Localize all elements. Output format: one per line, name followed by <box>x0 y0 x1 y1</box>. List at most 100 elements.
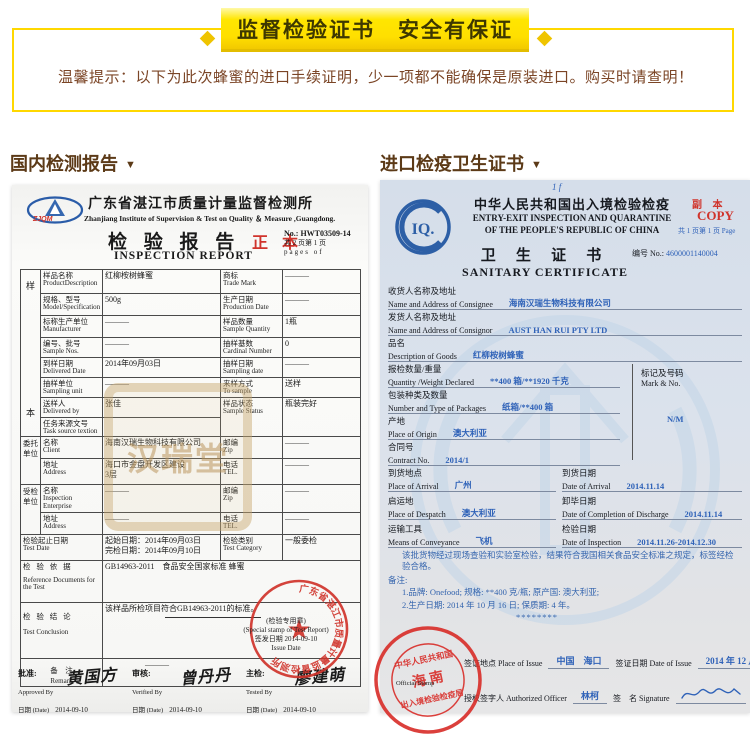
label-en: TEL. <box>223 523 280 531</box>
remark-line: 1.品牌: Onefood; 规格: **400 克/瓶; 原产国: 澳大利亚; <box>402 586 734 598</box>
field-label-en: Date of Inspection <box>562 538 621 547</box>
value-cell: 0 <box>283 338 361 358</box>
table-row: 受检单位 名称Inspection Enterprise ——— 邮编Zip —… <box>21 485 361 512</box>
cell-value: GB14963-2011 食品安全国家标准 蜂蜜 <box>105 562 358 572</box>
field-label-en: Means of Conveyance <box>388 538 460 547</box>
cell-value: ——— <box>105 379 218 389</box>
cell-value: ——— <box>285 460 358 470</box>
section-title-domestic-report[interactable]: 国内检测报告 ▼ <box>10 150 136 176</box>
field-packages: 包装种类及数量 Number and Type of Packages纸箱/**… <box>388 390 620 414</box>
signer-role-cn: 批准: <box>18 669 37 678</box>
field-value: 红柳桉树蜂蜜 <box>473 349 524 361</box>
label-cell: 样品名称ProductDescription <box>41 270 103 294</box>
cell-value: ——— <box>105 339 218 349</box>
value-cell: ——— <box>103 378 221 398</box>
label-en: Model/Specification <box>43 304 100 312</box>
label-en: Delivered Date <box>43 368 100 376</box>
value-cell <box>103 417 221 437</box>
label-en: Inspection Enterprise <box>43 495 100 510</box>
chevron-down-icon: ▼ <box>531 159 542 171</box>
field-label-en: Date of Arrival <box>562 482 610 491</box>
cert-remarks: 备注: 1.品牌: Onefood; 规格: **400 克/瓶; 原产国: 澳… <box>388 574 734 623</box>
label-en: Manufacturer <box>43 326 100 334</box>
label-en: Test Date <box>23 545 100 553</box>
field-label-en: Contract No. <box>388 456 429 465</box>
cell-value: ——— <box>285 486 358 496</box>
label-cell: 生产日期Production Date <box>221 294 283 316</box>
signer-verified: 审核:Verified By 曾丹丹 日期 (Date)2014-09-10 <box>132 663 246 714</box>
label-cell: 检 验 结 论Test Conclusion <box>21 602 103 658</box>
label-en: Sample Quantity <box>223 326 280 334</box>
place-of-issue-value: 中国 海口 <box>548 654 609 669</box>
cert-header-en1: ENTRY-EXIT INSPECTION AND QUARANTINE <box>450 213 694 223</box>
cell-value: 1瓶 <box>285 317 358 327</box>
field-label-cn: 检验日期 <box>562 524 742 535</box>
label-en: Sample Nos. <box>43 348 100 356</box>
cell-value: 海口市金盘开发区建设 <box>105 460 218 470</box>
cell-value: ——— <box>105 317 218 327</box>
date-of-issue-value: 2014 年 12 月 3 <box>698 654 750 669</box>
cell-value: 2014年09月03日 <box>105 359 218 369</box>
table-row: 送样人Delivered by 张佳 样品状态Sample Status 瓶装完… <box>21 398 361 418</box>
field-label-cn: 包装种类及数量 <box>388 390 620 401</box>
chevron-down-icon: ▼ <box>125 159 136 171</box>
stamp-issue-date-en: Issue Date <box>208 644 364 653</box>
field-goods: 品名 Description of Goods红柳桉树蜂蜜 <box>388 338 742 362</box>
field-value: 2014.11.14 <box>685 509 723 519</box>
cell-value: 0 <box>285 339 358 349</box>
table-row: 编号、批号Sample Nos. ——— 抽样基数Cardinal Number… <box>21 338 361 358</box>
value-cell: ——— <box>283 437 361 459</box>
value-cell: ——— <box>283 294 361 316</box>
value-cell: 红柳桉树蜂蜜 <box>103 270 221 294</box>
banner-title: 监督检验证书 安全有保证 <box>237 14 513 44</box>
cell-value: 瓶装完好 <box>285 399 358 409</box>
signer-approved: 批准:Approved By 黄国方 日期 (Date)2014-09-10 <box>18 663 132 714</box>
date-label: 日期 (Date) <box>18 707 49 714</box>
inspection-report-document: ZJQM 广东省湛江市质量计量监督检测所 Zhanjiang Institute… <box>12 185 368 712</box>
cert-pair-fields: 到货地点 Place of Arrival广州 到货日期 Date of Arr… <box>388 468 742 552</box>
field-label-cn: 运输工具 <box>388 524 556 535</box>
date-value: 2014-09-10 <box>55 706 88 714</box>
remarks-label: 备注: <box>388 574 734 586</box>
signer-role-cn: 审核: <box>132 669 151 678</box>
label-en: Test Conclusion <box>23 629 100 637</box>
notice-text: 温馨提示：以下为此次蜂蜜的进口手续证明，少一项都不能确保是原装进口。购买时请查明… <box>58 66 694 87</box>
group-label: 委托单位 <box>23 439 38 458</box>
field-label-en: Name and Address of Consignor <box>388 326 492 335</box>
cell-value: 送样 <box>285 379 358 389</box>
date-value: 2014-09-10 <box>169 706 202 714</box>
mark-and-no-box: 标记及号码 Mark & No. N/M <box>632 364 736 460</box>
signature-name: 黄国方 <box>65 661 118 689</box>
label-cell: 名称Client <box>41 437 103 459</box>
header-banner: 监督检验证书 安全有保证 <box>221 8 529 52</box>
value-cell: ——— <box>103 485 221 512</box>
label-cell: 检验起止日期Test Date <box>21 534 103 560</box>
label-en: Sampling unit <box>43 388 100 396</box>
label-en: Sample Status <box>223 408 280 416</box>
label-cell: 电话TEL. <box>221 512 283 534</box>
stamp-caption-cn: (检验专用章) <box>208 617 364 626</box>
authorized-officer-value: 林柯 <box>573 689 607 704</box>
section-title-import-certificate[interactable]: 进口检疫卫生证书 ▼ <box>380 150 542 176</box>
label-en: Zip <box>223 495 280 503</box>
cert-footer: 签证地点 Place of Issue 中国 海口 签证日期 Date of I… <box>464 654 750 720</box>
field-label-cn: 到货地点 <box>388 468 556 479</box>
field-place-of-arrival: 到货地点 Place of Arrival广州 <box>388 468 556 492</box>
handwritten-annotation: 1 f <box>552 182 561 192</box>
cell-value: 海南汉瑞生物科技有限公司 <box>105 438 218 448</box>
field-value: 2014.11.14 <box>626 481 664 491</box>
label-en: Address <box>43 469 100 477</box>
field-label-en: Place of Origin <box>388 430 437 439</box>
table-row: 地址Address ——— 电话TEL. ——— <box>21 512 361 534</box>
pair-row: 运输工具 Means of Conveyance飞机 检验日期 Date of … <box>388 524 742 550</box>
cert-header-en2: OF THE PEOPLE'S REPUBLIC OF CHINA <box>450 225 694 235</box>
field-label-cn: 合同号 <box>388 442 620 453</box>
cert-number-value: 4600001140004 <box>666 249 718 258</box>
cell-value: 一般委检 <box>285 536 358 546</box>
report-number: No.: HWT03509-14 <box>284 229 364 239</box>
field-value: **400 箱/**1920 千克 <box>490 375 569 387</box>
label-cell: 来样方式To sample <box>221 378 283 398</box>
field-consignee: 收货人名称及地址 Name and Address of Consignee海南… <box>388 286 742 310</box>
date-label: 日期 (Date) <box>132 707 163 714</box>
svg-text:IQ.: IQ. <box>412 221 435 238</box>
